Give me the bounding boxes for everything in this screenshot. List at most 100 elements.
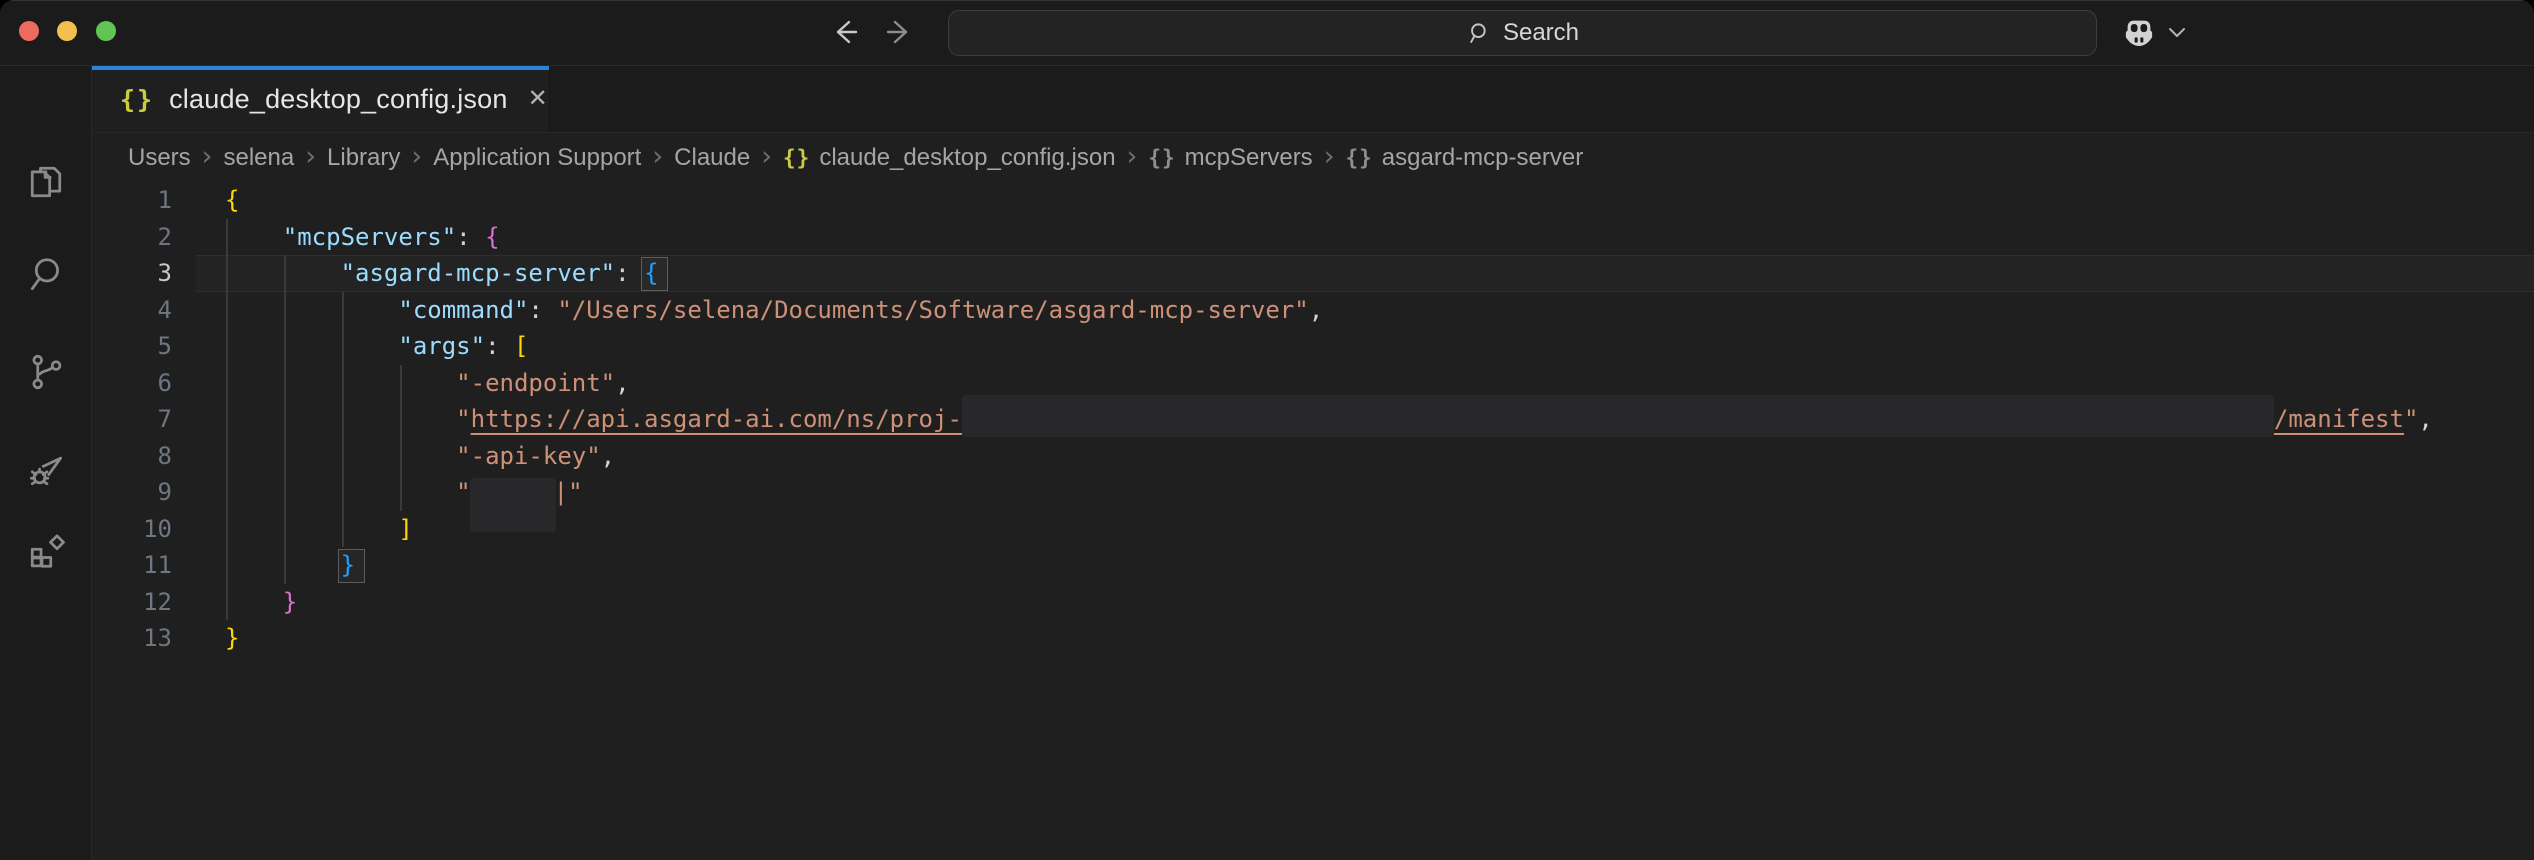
sidebar-item-run-debug[interactable] — [24, 450, 68, 494]
code-row: 12} — [92, 584, 2534, 621]
tab-label: claude_desktop_config.json — [169, 84, 507, 115]
forward-button[interactable] — [880, 14, 918, 52]
json-braces-icon: {} — [1148, 146, 1175, 170]
line-number[interactable]: 3 — [92, 255, 172, 292]
code-row: 10] — [92, 511, 2534, 548]
code-token: "args" — [398, 332, 485, 360]
editor[interactable]: 1{2"mcpServers": {3"asgard-mcp-server": … — [92, 182, 2534, 860]
breadcrumb-label: Library — [327, 144, 400, 172]
files-icon — [24, 160, 68, 209]
code-token: ] — [398, 515, 412, 543]
code-line[interactable]: "command": "/Users/selena/Documents/Soft… — [172, 292, 1323, 329]
line-number[interactable]: 7 — [92, 401, 172, 438]
code-row: 13} — [92, 620, 2534, 657]
branch-icon — [24, 350, 68, 399]
line-number[interactable]: 9 — [92, 474, 172, 511]
command-center-search-box[interactable]: Search — [948, 10, 2097, 56]
code-line[interactable]: "-endpoint", — [172, 365, 630, 402]
breadcrumb-item[interactable]: {} asgard-mcp-server — [1346, 144, 1584, 172]
line-number[interactable]: 11 — [92, 547, 172, 584]
code-row: 7"https://api.asgard-ai.com/ns/proj-/man… — [92, 401, 2534, 438]
code-token: [ — [514, 332, 528, 360]
code-token: " — [456, 405, 470, 433]
code-token: } — [341, 551, 355, 579]
line-number[interactable]: 4 — [92, 292, 172, 329]
breadcrumb-item[interactable]: {} mcpServers — [1148, 144, 1312, 172]
titlebar: Search — [0, 0, 2534, 66]
breadcrumb-item[interactable]: Library — [327, 144, 400, 172]
sidebar-item-extensions[interactable] — [24, 532, 68, 576]
line-number[interactable]: 1 — [92, 182, 172, 219]
vscode-window: Search {} claude_desktop_config.json — [0, 0, 2534, 860]
code-line[interactable]: "args": [ — [172, 328, 528, 365]
line-number[interactable]: 6 — [92, 365, 172, 402]
code-token: " — [2404, 405, 2418, 433]
code-line[interactable]: "-api-key", — [172, 438, 615, 475]
code-line[interactable]: } — [172, 547, 355, 584]
code-token: { — [485, 223, 499, 251]
line-number[interactable]: 5 — [92, 328, 172, 365]
tab-close-button[interactable]: ✕ — [528, 87, 548, 111]
code-row: 5"args": [ — [92, 328, 2534, 365]
search-placeholder: Search — [1503, 19, 1579, 47]
breadcrumb: Users › selena › Library › Application Support… — [92, 133, 2534, 182]
code-line[interactable]: { — [172, 182, 239, 219]
code-token: "/Users/selena/Documents/Software/asgard… — [557, 296, 1308, 324]
code-row: 4"command": "/Users/selena/Documents/Sof… — [92, 292, 2534, 329]
code-token: https://api.asgard-ai.com/ns/proj- — [471, 405, 962, 433]
line-number[interactable]: 12 — [92, 584, 172, 621]
breadcrumb-label: Claude — [674, 144, 750, 172]
line-number[interactable]: 8 — [92, 438, 172, 475]
breadcrumb-item[interactable]: Application Support — [433, 144, 641, 172]
code-line[interactable]: "mcpServers": { — [172, 219, 500, 256]
code-token: "asgard-mcp-server" — [341, 259, 616, 287]
breadcrumb-label: asgard-mcp-server — [1382, 144, 1583, 172]
breadcrumb-label: mcpServers — [1185, 144, 1313, 172]
traffic-light-zoom-button[interactable] — [96, 21, 116, 41]
code-line[interactable]: "https://api.asgard-ai.com/ns/proj-/mani… — [172, 401, 2433, 438]
line-number[interactable]: 13 — [92, 620, 172, 657]
code-line[interactable]: ] — [172, 511, 413, 548]
arrow-right-icon — [883, 16, 915, 51]
code-token: , — [2418, 405, 2432, 433]
copilot-icon — [2120, 15, 2158, 51]
breadcrumb-item[interactable]: selena — [223, 144, 294, 172]
chevron-right-icon: › — [1127, 141, 1138, 172]
code-token: "-endpoint" — [456, 369, 615, 397]
line-number[interactable]: 10 — [92, 511, 172, 548]
back-button[interactable] — [826, 14, 864, 52]
code-line[interactable]: } — [172, 584, 297, 621]
activity-bar — [0, 66, 92, 860]
code-line[interactable]: "|" — [172, 474, 583, 511]
code-token: : — [615, 259, 644, 287]
line-number[interactable]: 2 — [92, 219, 172, 256]
chevron-right-icon: › — [652, 141, 663, 172]
sidebar-item-explorer[interactable] — [24, 162, 68, 206]
tab-claude-desktop-config[interactable]: {} claude_desktop_config.json ✕ — [92, 66, 550, 132]
code-line[interactable]: } — [172, 620, 239, 657]
sidebar-item-search[interactable] — [24, 254, 68, 298]
code-token: "mcpServers" — [283, 223, 456, 251]
code-token: " — [456, 478, 470, 506]
traffic-light-minimize-button[interactable] — [57, 21, 77, 41]
json-braces-icon: {} — [1346, 146, 1373, 170]
chevron-right-icon: › — [411, 141, 422, 172]
code-row: 3"asgard-mcp-server": { — [92, 255, 2534, 292]
chevron-right-icon: › — [761, 141, 772, 172]
code-line[interactable]: "asgard-mcp-server": { — [172, 255, 658, 292]
redacted-text-gap — [471, 499, 554, 500]
copilot-menu-button[interactable] — [2120, 13, 2188, 53]
json-braces-icon: {} — [120, 85, 154, 114]
sidebar-item-source-control[interactable] — [24, 352, 68, 396]
breadcrumb-label: Users — [128, 144, 191, 172]
breadcrumb-item[interactable]: {}claude_desktop_config.json — [783, 144, 1116, 172]
chevron-right-icon: › — [202, 141, 213, 172]
code-token: : — [528, 296, 557, 324]
breadcrumb-label: Application Support — [433, 144, 641, 172]
code-token: "-api-key" — [456, 442, 601, 470]
debug-icon — [24, 448, 68, 497]
arrow-left-icon — [829, 16, 861, 51]
breadcrumb-item[interactable]: Users — [128, 144, 191, 172]
breadcrumb-item[interactable]: Claude — [674, 144, 750, 172]
traffic-light-close-button[interactable] — [19, 21, 39, 41]
